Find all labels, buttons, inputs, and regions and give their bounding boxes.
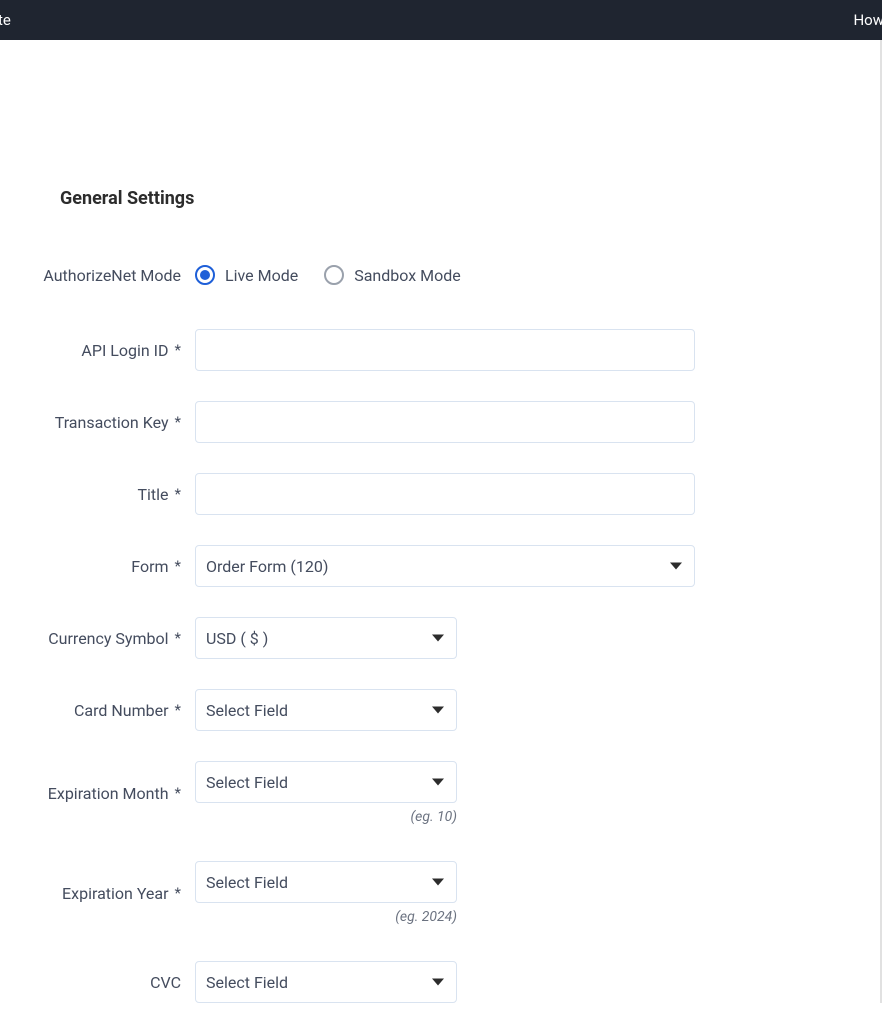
top-bar: te How (0, 0, 882, 40)
api-login-id-input[interactable] (195, 329, 695, 371)
radio-live-label: Live Mode (225, 266, 298, 285)
label-text: API Login ID (81, 341, 168, 360)
label-text: Expiration Year (62, 884, 168, 903)
required-asterisk: * (175, 784, 181, 802)
exp-month-helper: (eg. 10) (195, 809, 457, 825)
label-transaction-key: Transaction Key * (0, 413, 195, 432)
title-input[interactable] (195, 473, 695, 515)
row-title: Title * (0, 473, 882, 515)
row-exp-year: Expiration Year * Select Field (eg. 2024… (0, 861, 882, 925)
exp-month-select[interactable]: Select Field (195, 761, 457, 803)
required-asterisk: * (175, 557, 181, 575)
page-content: General Settings AuthorizeNet Mode Live … (0, 40, 882, 1003)
chevron-down-icon (432, 635, 444, 642)
exp-month-select-value: Select Field (206, 773, 288, 792)
radio-live-indicator (195, 265, 215, 285)
label-currency: Currency Symbol * (0, 629, 195, 648)
label-text: Form (131, 557, 168, 576)
required-asterisk: * (175, 884, 181, 902)
section-title: General Settings (60, 188, 882, 209)
topbar-left-fragment: te (0, 11, 11, 29)
topbar-right-fragment: How (853, 11, 882, 29)
currency-select[interactable]: USD ( $ ) (195, 617, 457, 659)
exp-year-select[interactable]: Select Field (195, 861, 457, 903)
label-text: Title (137, 485, 168, 504)
general-settings-section: General Settings AuthorizeNet Mode Live … (0, 40, 882, 1003)
required-asterisk: * (175, 413, 181, 431)
label-cvc: CVC (0, 973, 195, 992)
chevron-down-icon (432, 707, 444, 714)
label-exp-month: Expiration Month * (0, 784, 195, 803)
label-text: Card Number (74, 701, 169, 720)
exp-year-helper: (eg. 2024) (195, 909, 457, 925)
chevron-down-icon (432, 979, 444, 986)
form-select-value: Order Form (120) (206, 557, 328, 576)
label-exp-year: Expiration Year * (0, 884, 195, 903)
required-asterisk: * (175, 485, 181, 503)
required-asterisk: * (175, 629, 181, 647)
mode-options: Live Mode Sandbox Mode (195, 265, 461, 285)
label-text: Expiration Month (48, 784, 169, 803)
chevron-down-icon (670, 563, 682, 570)
row-form: Form * Order Form (120) (0, 545, 882, 587)
label-form: Form * (0, 557, 195, 576)
currency-select-value: USD ( $ ) (206, 629, 268, 648)
cvc-select[interactable]: Select Field (195, 961, 457, 1003)
row-mode: AuthorizeNet Mode Live Mode Sandbox Mode (0, 265, 882, 285)
row-currency: Currency Symbol * USD ( $ ) (0, 617, 882, 659)
transaction-key-input[interactable] (195, 401, 695, 443)
chevron-down-icon (432, 879, 444, 886)
form-select[interactable]: Order Form (120) (195, 545, 695, 587)
exp-year-select-value: Select Field (206, 873, 288, 892)
card-number-select[interactable]: Select Field (195, 689, 457, 731)
cvc-select-value: Select Field (206, 973, 288, 992)
row-transaction-key: Transaction Key * (0, 401, 882, 443)
row-card-number: Card Number * Select Field (0, 689, 882, 731)
row-cvc: CVC Select Field (0, 961, 882, 1003)
row-api-login-id: API Login ID * (0, 329, 882, 371)
label-mode-text: AuthorizeNet Mode (43, 266, 181, 285)
label-api-login-id: API Login ID * (0, 341, 195, 360)
label-mode: AuthorizeNet Mode (0, 266, 195, 285)
label-title: Title * (0, 485, 195, 504)
label-text: CVC (150, 973, 181, 992)
label-text: Currency Symbol (48, 629, 168, 648)
row-exp-month: Expiration Month * Select Field (eg. 10) (0, 761, 882, 825)
label-text: Transaction Key (55, 413, 169, 432)
radio-sandbox[interactable]: Sandbox Mode (324, 265, 461, 285)
radio-sandbox-indicator (324, 265, 344, 285)
label-card-number: Card Number * (0, 701, 195, 720)
radio-sandbox-label: Sandbox Mode (354, 266, 461, 285)
required-asterisk: * (175, 701, 181, 719)
radio-live[interactable]: Live Mode (195, 265, 298, 285)
required-asterisk: * (175, 341, 181, 359)
chevron-down-icon (432, 779, 444, 786)
card-number-select-value: Select Field (206, 701, 288, 720)
